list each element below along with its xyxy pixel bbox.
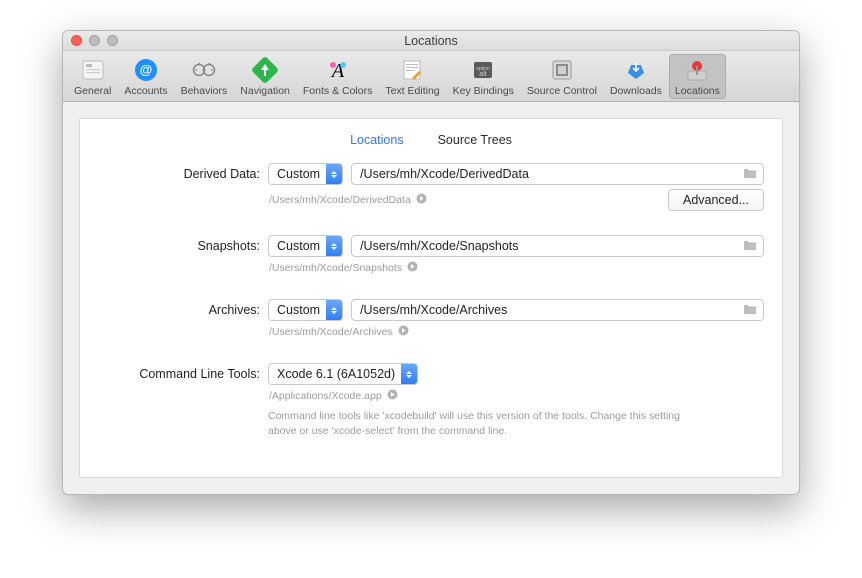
derived-data-label: Derived Data: [98,163,268,181]
advanced-button[interactable]: Advanced... [668,189,764,211]
archives-path-field[interactable]: /Users/mh/Xcode/Archives [351,299,764,321]
snapshots-label: Snapshots: [98,235,268,253]
toolbar-label: Downloads [610,85,662,97]
toolbar-text-editing[interactable]: Text Editing [379,54,445,99]
clt-select[interactable]: Xcode 6.1 (6A1052d) [268,363,418,385]
toolbar-navigation[interactable]: Navigation [234,54,296,99]
reveal-arrow-icon[interactable] [416,193,427,207]
downloads-icon [622,56,650,84]
derived-data-subpath: /Users/mh/Xcode/DerivedData [269,194,411,206]
text-editing-icon [398,56,426,84]
stepper-caret-icon [326,164,342,184]
snapshots-path-value: /Users/mh/Xcode/Snapshots [360,239,518,253]
derived-data-select-value: Custom [269,167,326,181]
tab-source-trees[interactable]: Source Trees [438,133,512,147]
toolbar-label: Fonts & Colors [303,85,372,97]
toolbar-label: Source Control [527,85,597,97]
derived-data-select[interactable]: Custom [268,163,343,185]
toolbar-label: Behaviors [181,85,228,97]
toolbar-label: General [74,85,111,97]
locations-icon [683,56,711,84]
key-bindings-icon: optionalt [469,56,497,84]
derived-data-path-field[interactable]: /Users/mh/Xcode/DerivedData [351,163,764,185]
snapshots-select[interactable]: Custom [268,235,343,257]
fonts-colors-icon: A [324,56,352,84]
reveal-arrow-icon[interactable] [387,389,398,403]
derived-data-path-value: /Users/mh/Xcode/DerivedData [360,167,529,181]
toolbar-downloads[interactable]: Downloads [604,54,668,99]
snapshots-subpath: /Users/mh/Xcode/Snapshots [269,262,402,274]
snapshots-path-field[interactable]: /Users/mh/Xcode/Snapshots [351,235,764,257]
reveal-arrow-icon[interactable] [398,325,409,339]
stepper-caret-icon [401,364,417,384]
accounts-icon: @ [132,56,160,84]
tab-locations[interactable]: Locations [350,133,404,147]
folder-icon[interactable] [743,303,757,318]
toolbar-label: Key Bindings [453,85,514,97]
preferences-window: Locations General @ Accounts Behaviors N… [62,30,800,495]
toolbar-key-bindings[interactable]: optionalt Key Bindings [447,54,520,99]
general-icon [79,56,107,84]
snapshots-select-value: Custom [269,239,326,253]
source-control-icon [548,56,576,84]
clt-select-value: Xcode 6.1 (6A1052d) [269,367,401,381]
archives-label: Archives: [98,299,268,317]
clt-hint: Command line tools like 'xcodebuild' wil… [268,407,698,439]
reveal-arrow-icon[interactable] [407,261,418,275]
content-panel: Locations Source Trees Derived Data: Cus… [79,118,783,478]
toolbar-fonts-colors[interactable]: A Fonts & Colors [297,54,378,99]
toolbar-accounts[interactable]: @ Accounts [118,54,173,99]
window-title: Locations [63,34,799,48]
toolbar-label: Navigation [240,85,290,97]
clt-label: Command Line Tools: [98,363,268,381]
navigation-icon [251,56,279,84]
clt-subpath: /Applications/Xcode.app [269,390,382,402]
svg-text:alt: alt [480,71,487,78]
toolbar-general[interactable]: General [68,54,117,99]
toolbar-label: Locations [675,85,720,97]
toolbar-source-control[interactable]: Source Control [521,54,603,99]
svg-text:@: @ [140,62,153,77]
subtabs: Locations Source Trees [98,129,764,163]
folder-icon[interactable] [743,167,757,182]
folder-icon[interactable] [743,239,757,254]
archives-path-value: /Users/mh/Xcode/Archives [360,303,507,317]
toolbar-locations[interactable]: Locations [669,54,726,99]
behaviors-icon [190,56,218,84]
titlebar: Locations [63,31,799,51]
toolbar-label: Accounts [124,85,167,97]
archives-select-value: Custom [269,303,326,317]
stepper-caret-icon [326,300,342,320]
toolbar-behaviors[interactable]: Behaviors [175,54,234,99]
archives-select[interactable]: Custom [268,299,343,321]
toolbar-label: Text Editing [385,85,439,97]
stepper-caret-icon [326,236,342,256]
archives-subpath: /Users/mh/Xcode/Archives [269,326,393,338]
preferences-toolbar: General @ Accounts Behaviors Navigation … [63,51,799,102]
